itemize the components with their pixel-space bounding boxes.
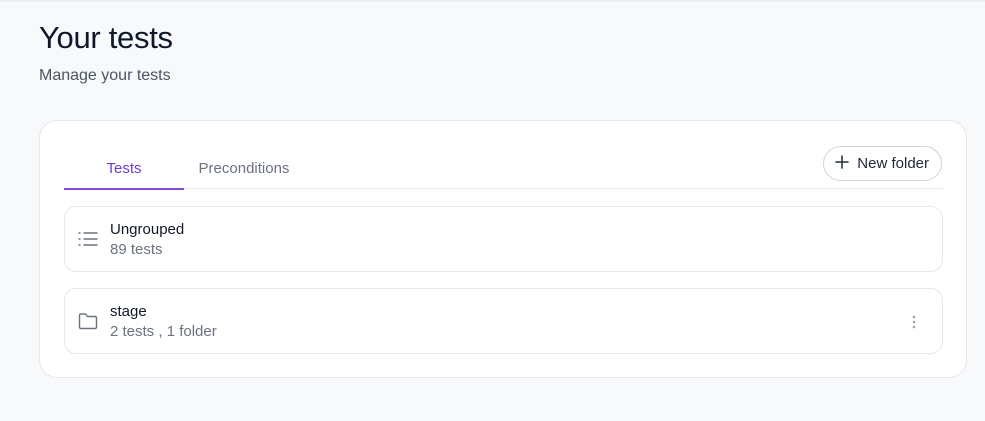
page-title: Your tests — [39, 20, 173, 55]
folder-row-stage[interactable]: stage 2 tests , 1 folder — [64, 288, 943, 354]
tabs-bar: Tests Preconditions — [64, 148, 943, 190]
new-folder-label: New folder — [857, 155, 929, 172]
group-row-ungrouped[interactable]: Ungrouped 89 tests — [64, 206, 943, 272]
row-title: stage — [110, 303, 147, 320]
plus-icon — [834, 154, 850, 174]
tests-card: Tests Preconditions New folder Ungrouped… — [39, 120, 967, 378]
list-icon — [77, 228, 99, 250]
row-title: Ungrouped — [110, 221, 185, 238]
tab-preconditions[interactable]: Preconditions — [184, 148, 304, 189]
row-meta: 89 tests — [110, 241, 163, 258]
page-subtitle: Manage your tests — [39, 67, 171, 84]
more-vertical-icon[interactable] — [906, 311, 922, 333]
new-folder-button[interactable]: New folder — [823, 146, 942, 181]
tab-tests[interactable]: Tests — [64, 148, 184, 190]
row-meta: 2 tests , 1 folder — [110, 323, 217, 340]
folder-icon — [77, 310, 99, 332]
top-divider — [0, 0, 985, 2]
